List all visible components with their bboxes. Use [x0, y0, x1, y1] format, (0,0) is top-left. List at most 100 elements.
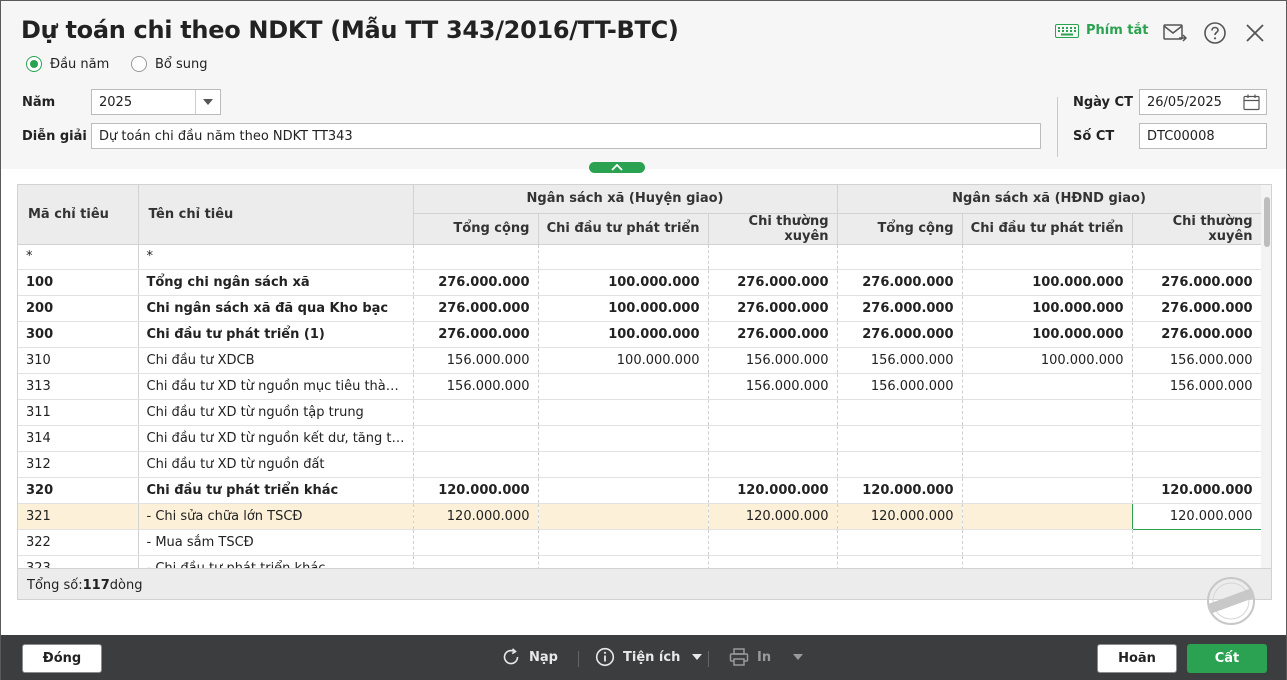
row-value-cell[interactable]: [1132, 399, 1262, 426]
row-code-cell[interactable]: 321: [18, 503, 139, 530]
row-value-cell[interactable]: 276.000.000: [413, 321, 539, 348]
col-header-total-2[interactable]: Tổng cộng: [837, 213, 963, 245]
row-code-cell[interactable]: 313: [18, 373, 139, 400]
row-name-cell[interactable]: - Mua sắm TSCĐ: [138, 529, 414, 556]
filter-cell[interactable]: [708, 244, 838, 270]
filter-cell[interactable]: [413, 244, 539, 270]
row-code-cell[interactable]: 312: [18, 451, 139, 478]
caret-down-icon[interactable]: [793, 654, 804, 660]
table-row[interactable]: 314 Chi đầu tư XD từ nguồn kết dư, tăng t…: [18, 425, 1262, 452]
row-value-cell[interactable]: [538, 373, 709, 400]
row-name-cell[interactable]: Chi đầu tư XD từ nguồn tập trung: [138, 399, 414, 426]
row-name-cell[interactable]: Chi đầu tư phát triển (1): [138, 321, 414, 348]
row-value-cell[interactable]: 276.000.000: [837, 295, 963, 322]
row-value-cell[interactable]: 100.000.000: [962, 347, 1133, 374]
close-button[interactable]: Đóng: [22, 644, 102, 673]
row-name-cell[interactable]: Chi đầu tư XD từ nguồn đất: [138, 451, 414, 478]
save-button[interactable]: Cất: [1187, 644, 1267, 673]
row-value-cell[interactable]: 100.000.000: [962, 321, 1133, 348]
row-name-cell[interactable]: Chi đầu tư phát triển khác: [138, 477, 414, 504]
col-header-name[interactable]: Tên chỉ tiêu: [138, 185, 414, 245]
row-code-cell[interactable]: 310: [18, 347, 139, 374]
table-row[interactable]: 100 Tổng chi ngân sách xã 276.000.000 100.0…: [18, 269, 1262, 296]
desc-input[interactable]: Dự toán chi đầu năm theo NDKT TT343: [91, 123, 1041, 149]
row-value-cell[interactable]: 156.000.000: [837, 347, 963, 374]
row-value-cell[interactable]: 120.000.000: [1131, 502, 1262, 530]
row-code-cell[interactable]: 200: [18, 295, 139, 322]
row-value-cell[interactable]: 276.000.000: [1132, 269, 1262, 296]
collapse-header-button[interactable]: [589, 162, 645, 173]
row-value-cell[interactable]: 100.000.000: [538, 295, 709, 322]
table-row[interactable]: 321- Chi sửa chữa lớn TSCĐ 120.000.000 120…: [18, 502, 1262, 530]
row-value-cell[interactable]: 276.000.000: [837, 269, 963, 296]
table-row[interactable]: 310 Chi đầu tư XDCB 156.000.000 100.000.000…: [18, 347, 1262, 374]
row-name-cell[interactable]: Chi đầu tư XD từ nguồn kết dư, tăng thu: [138, 425, 414, 452]
scroll-thumb[interactable]: [1264, 197, 1270, 247]
close-icon[interactable]: [1243, 21, 1267, 45]
row-value-cell[interactable]: [1132, 529, 1262, 556]
row-value-cell[interactable]: 120.000.000: [413, 503, 539, 530]
row-name-cell[interactable]: - Chi sửa chữa lớn TSCĐ: [138, 503, 414, 530]
row-value-cell[interactable]: 100.000.000: [538, 347, 709, 374]
col-header-total-1[interactable]: Tổng cộng: [413, 213, 539, 245]
row-value-cell[interactable]: [962, 425, 1133, 452]
cancel-button[interactable]: Hoãn: [1097, 644, 1177, 673]
col-header-invest-1[interactable]: Chi đầu tư phát triển: [538, 213, 709, 245]
year-combo[interactable]: 2025: [91, 89, 221, 115]
filter-name[interactable]: *: [138, 244, 414, 270]
doc-number-input[interactable]: DTC00008: [1139, 123, 1267, 149]
row-value-cell[interactable]: [538, 477, 709, 504]
row-value-cell[interactable]: [962, 399, 1133, 426]
row-value-cell[interactable]: 100.000.000: [962, 269, 1133, 296]
row-value-cell[interactable]: [962, 477, 1133, 504]
table-row[interactable]: 320 Chi đầu tư phát triển khác 120.000.000…: [18, 477, 1262, 504]
row-value-cell[interactable]: [413, 425, 539, 452]
year-dropdown-button[interactable]: [195, 90, 220, 114]
row-value-cell[interactable]: [1132, 425, 1262, 452]
row-value-cell[interactable]: 156.000.000: [708, 373, 838, 400]
row-value-cell[interactable]: [413, 529, 539, 556]
row-value-cell[interactable]: 120.000.000: [1132, 477, 1262, 504]
row-value-cell[interactable]: 156.000.000: [1132, 347, 1262, 374]
row-value-cell[interactable]: 276.000.000: [708, 269, 838, 296]
filter-cell[interactable]: [1132, 244, 1262, 270]
filter-cell[interactable]: [837, 244, 963, 270]
row-value-cell[interactable]: 100.000.000: [538, 321, 709, 348]
row-value-cell[interactable]: 120.000.000: [708, 503, 838, 530]
col-header-regular-1[interactable]: Chi thường xuyên: [708, 213, 838, 245]
print-button[interactable]: In: [729, 647, 804, 667]
row-code-cell[interactable]: 311: [18, 399, 139, 426]
row-value-cell[interactable]: [538, 451, 709, 478]
row-value-cell[interactable]: [708, 451, 838, 478]
reload-button[interactable]: Nạp: [501, 647, 558, 667]
row-value-cell[interactable]: 120.000.000: [837, 477, 963, 504]
radio-dau-nam[interactable]: Đầu năm: [26, 56, 109, 72]
row-value-cell[interactable]: [708, 399, 838, 426]
date-input[interactable]: 26/05/2025: [1139, 89, 1267, 115]
vertical-scrollbar[interactable]: [1261, 185, 1271, 568]
caret-down-icon[interactable]: [692, 654, 703, 660]
row-value-cell[interactable]: 120.000.000: [413, 477, 539, 504]
row-value-cell[interactable]: [962, 529, 1133, 556]
help-icon[interactable]: [1203, 21, 1227, 45]
row-value-cell[interactable]: [962, 451, 1133, 478]
row-value-cell[interactable]: [837, 529, 963, 556]
row-value-cell[interactable]: [538, 399, 709, 426]
table-row[interactable]: 312 Chi đầu tư XD từ nguồn đất: [18, 451, 1262, 478]
row-code-cell[interactable]: 320: [18, 477, 139, 504]
row-code-cell[interactable]: 100: [18, 269, 139, 296]
radio-bo-sung[interactable]: Bổ sung: [131, 56, 208, 72]
row-name-cell[interactable]: Tổng chi ngân sách xã: [138, 269, 414, 296]
row-value-cell[interactable]: [962, 503, 1133, 530]
radio-dau-nam-circle[interactable]: [26, 56, 42, 72]
row-name-cell[interactable]: Chi ngân sách xã đã qua Kho bạc: [138, 295, 414, 322]
row-value-cell[interactable]: [538, 529, 709, 556]
row-value-cell[interactable]: [708, 529, 838, 556]
row-code-cell[interactable]: 314: [18, 425, 139, 452]
col-header-regular-2[interactable]: Chi thường xuyên: [1132, 213, 1262, 245]
filter-code[interactable]: *: [18, 244, 139, 270]
row-value-cell[interactable]: 276.000.000: [837, 321, 963, 348]
row-value-cell[interactable]: 156.000.000: [413, 347, 539, 374]
row-value-cell[interactable]: 120.000.000: [837, 503, 963, 530]
utility-button[interactable]: Tiện ích: [595, 647, 703, 667]
